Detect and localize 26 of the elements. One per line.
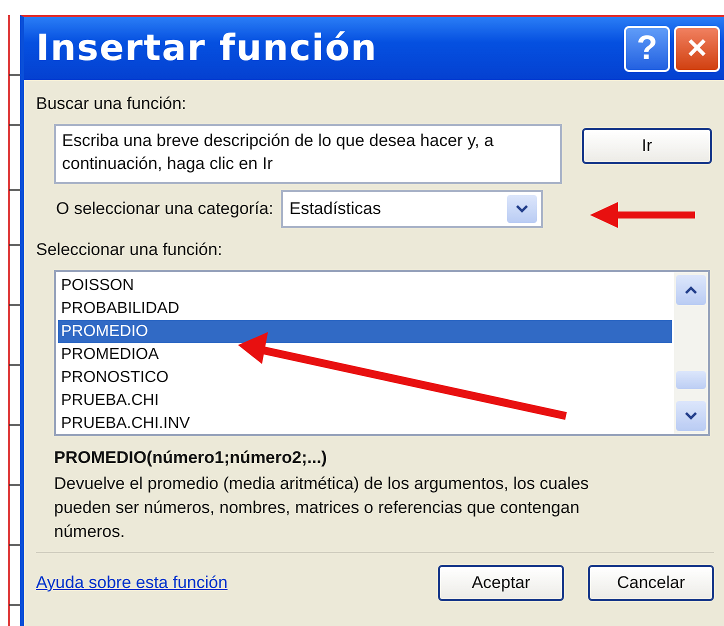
function-item[interactable]: PRONOSTICO (58, 366, 672, 389)
search-label: Buscar una función: (36, 94, 188, 114)
function-item[interactable]: POISSON (58, 274, 672, 297)
function-item[interactable]: PRUEBA.CHI.INV (58, 412, 672, 435)
scroll-down-button[interactable] (676, 401, 706, 431)
scroll-up-button[interactable] (676, 275, 706, 305)
function-item[interactable]: PROMEDIOA (58, 343, 672, 366)
search-field[interactable]: Escriba una breve descripción de lo que desea hacer y, a continuación, haga clic en Ir (54, 124, 562, 184)
chevron-up-icon (684, 285, 698, 295)
scroll-thumb[interactable] (676, 371, 706, 389)
window-title: Insertar función (36, 28, 378, 69)
dialog-button[interactable]: Aceptar (438, 565, 564, 601)
dropdown-button[interactable] (507, 195, 538, 223)
help-link[interactable]: Ayuda sobre esta función (36, 573, 228, 593)
go-button[interactable]: Ir (582, 128, 712, 164)
category-dropdown[interactable]: Estadísticas (281, 190, 544, 228)
chevron-down-icon (515, 204, 530, 214)
function-list-label: Seleccionar una función: (36, 240, 224, 260)
dialog-button[interactable]: Cancelar (588, 565, 714, 601)
category-label: O seleccionar una categoría: (56, 199, 274, 219)
function-description: Devuelve el promedio (media aritmética) de los argumentos, los cuales pueden ser números, nombres, matrices o referencias que contengan números. (54, 473, 590, 543)
function-item[interactable]: PRUEBA.CHI (58, 389, 672, 412)
function-signature: PROMEDIO(número1;número2;...) (54, 448, 328, 468)
function-item[interactable]: PROMEDIO (58, 320, 672, 343)
chevron-down-icon (684, 411, 698, 421)
function-item[interactable]: PROBABILIDAD (58, 297, 672, 320)
